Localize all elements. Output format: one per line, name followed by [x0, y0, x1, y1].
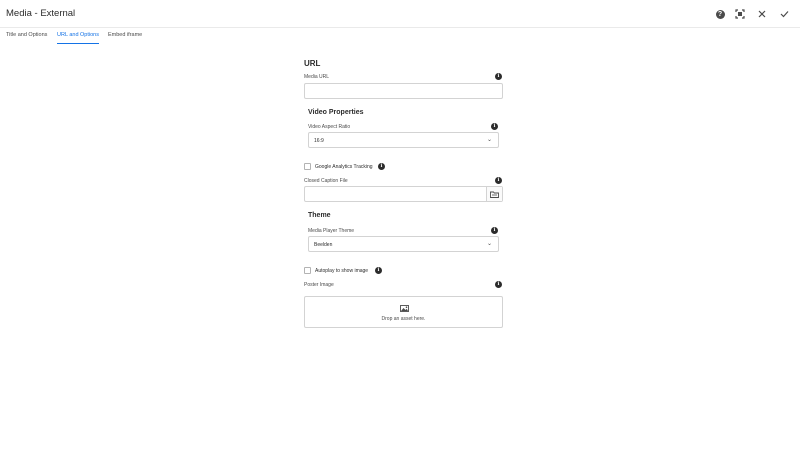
media-url-field [304, 83, 503, 103]
dropzone-text: Drop an asset here. [381, 316, 426, 322]
autoplay-checkbox[interactable] [304, 267, 311, 274]
closed-caption-label: Closed Caption File [304, 178, 348, 184]
form-panel: URL Media URL i Video Properties Video A… [304, 0, 504, 450]
fullscreen-button[interactable] [733, 7, 747, 21]
help-icon: ? [715, 9, 725, 19]
close-button[interactable] [755, 7, 769, 21]
google-analytics-label: Google Analytics Tracking [315, 164, 373, 170]
url-section-heading: URL [304, 59, 321, 68]
folder-browse-icon [490, 191, 499, 198]
autoplay-label: Autoplay to show image [315, 268, 369, 274]
browse-assets-button[interactable] [486, 187, 502, 201]
poster-image-dropzone[interactable]: Drop an asset here. [304, 296, 503, 328]
info-icon[interactable]: i [495, 177, 502, 184]
info-icon[interactable]: i [375, 267, 382, 274]
info-icon[interactable]: i [495, 73, 502, 80]
done-checkmark-icon [780, 11, 788, 18]
info-icon[interactable]: i [495, 281, 502, 288]
video-properties-heading: Video Properties [308, 109, 364, 116]
image-icon [400, 305, 409, 312]
tab-embed-iframe[interactable]: Embed iframe [108, 32, 142, 44]
info-icon[interactable]: i [378, 163, 385, 170]
closed-caption-input[interactable] [305, 192, 485, 206]
theme-heading: Theme [308, 212, 331, 219]
tab-title-and-options[interactable]: Title and Options [6, 32, 47, 44]
help-button[interactable]: ? [713, 7, 727, 21]
media-url-label: Media URL [304, 74, 330, 80]
media-player-theme-value: Beelden [314, 242, 333, 248]
video-aspect-ratio-label: Video Aspect Ratio [308, 124, 351, 130]
fullscreen-icon [735, 9, 745, 19]
google-analytics-checkbox[interactable] [304, 163, 311, 170]
done-button[interactable] [777, 7, 791, 21]
close-icon [758, 10, 766, 18]
media-player-theme-label: Media Player Theme [308, 228, 355, 234]
media-player-theme-select[interactable]: Beelden ⌄ [308, 236, 499, 252]
chevron-down-icon: ⌄ [486, 137, 492, 143]
media-url-input[interactable] [305, 89, 502, 103]
video-aspect-ratio-value: 16:9 [314, 138, 324, 144]
poster-image-label: Poster Image [304, 282, 334, 288]
chevron-down-icon: ⌄ [486, 241, 492, 247]
closed-caption-field [304, 186, 503, 206]
dialog-title: Media - External [6, 8, 76, 19]
video-aspect-ratio-select[interactable]: 16:9 ⌄ [308, 132, 499, 148]
tab-url-and-options[interactable]: URL and Options [57, 32, 99, 44]
info-icon[interactable]: i [491, 123, 498, 130]
info-icon[interactable]: i [491, 227, 498, 234]
